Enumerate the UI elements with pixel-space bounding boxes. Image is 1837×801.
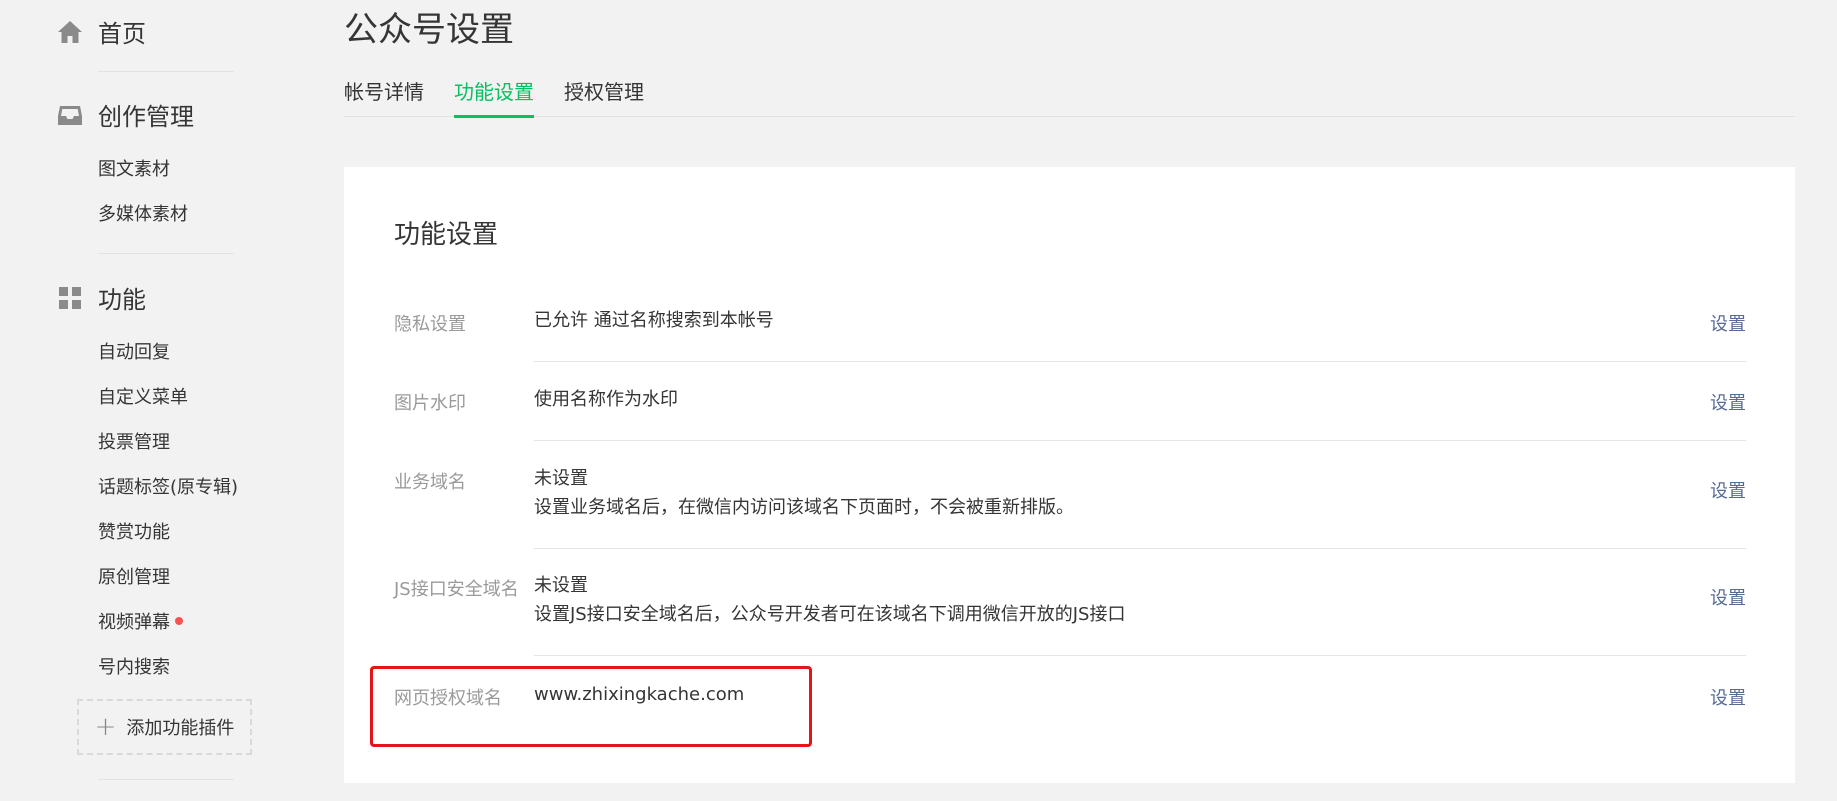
business-domain-settings-link[interactable]: 设置 [1710, 477, 1746, 503]
sidebar-item-topic-tags[interactable]: 话题标签(原专辑) [98, 473, 238, 499]
oauth-domain-settings-link[interactable]: 设置 [1710, 684, 1746, 710]
sidebar-divider [98, 71, 234, 72]
row-label-business-domain: 业务域名 [394, 472, 466, 493]
sidebar-item-content-management[interactable]: 创作管理 [56, 97, 194, 132]
row-divider [534, 655, 1746, 656]
sidebar-item-in-account-search[interactable]: 号内搜索 [98, 653, 170, 679]
sidebar-item-vote-management[interactable]: 投票管理 [98, 428, 170, 454]
grid-icon [56, 284, 84, 312]
row-desc-business-domain: 设置业务域名后，在微信内访问该域名下页面时，不会被重新排版。 [534, 497, 1074, 518]
sidebar-item-image-text-material[interactable]: 图文素材 [98, 155, 170, 181]
tab-feature-settings[interactable]: 功能设置 [454, 76, 534, 118]
privacy-settings-link[interactable]: 设置 [1710, 310, 1746, 336]
section-title: 功能设置 [394, 220, 499, 250]
sidebar-item-home[interactable]: 首页 [56, 14, 146, 49]
row-label-watermark: 图片水印 [394, 393, 466, 414]
sidebar-item-label: 视频弹幕 [98, 612, 170, 633]
home-icon [56, 18, 84, 46]
sidebar-item-custom-menu[interactable]: 自定义菜单 [98, 383, 188, 409]
watermark-settings-link[interactable]: 设置 [1710, 389, 1746, 415]
sidebar-item-label: 首页 [98, 20, 146, 48]
tab-account-details[interactable]: 帐号详情 [344, 76, 424, 115]
row-value-business-domain: 未设置 [534, 468, 588, 489]
row-value-js-domain: 未设置 [534, 575, 588, 596]
add-plugin-button[interactable]: + 添加功能插件 [77, 699, 252, 755]
inbox-icon [56, 101, 84, 129]
sidebar-item-label: 功能 [98, 286, 146, 314]
row-value-oauth-domain: www.zhixingkache.com [534, 684, 745, 705]
js-domain-settings-link[interactable]: 设置 [1710, 584, 1746, 610]
row-label-js-domain: JS接口安全域名 [394, 579, 519, 600]
sidebar-item-label: 创作管理 [98, 103, 194, 131]
sidebar: 首页 创作管理 图文素材 多媒体素材 功能 自动回复 自定义菜单 投票管理 话题… [0, 0, 300, 801]
tab-authorization-management[interactable]: 授权管理 [564, 76, 644, 115]
sidebar-item-multimedia-material[interactable]: 多媒体素材 [98, 200, 188, 226]
sidebar-item-auto-reply[interactable]: 自动回复 [98, 338, 170, 364]
settings-card: 功能设置 隐私设置 已允许 通过名称搜索到本帐号 设置 图片水印 使用名称作为水… [344, 167, 1795, 783]
sidebar-item-appreciation[interactable]: 赞赏功能 [98, 518, 170, 544]
page-title: 公众号设置 [344, 10, 514, 50]
row-divider [534, 548, 1746, 549]
sidebar-item-original-management[interactable]: 原创管理 [98, 563, 170, 589]
sidebar-item-video-danmaku[interactable]: 视频弹幕 [98, 608, 183, 634]
row-value-watermark: 使用名称作为水印 [534, 389, 678, 410]
row-desc-js-domain: 设置JS接口安全域名后，公众号开发者可在该域名下调用微信开放的JS接口 [534, 604, 1126, 625]
row-divider [534, 361, 1746, 362]
notification-dot [175, 617, 183, 625]
row-label-oauth-domain: 网页授权域名 [394, 688, 502, 709]
row-value-privacy: 已允许 通过名称搜索到本帐号 [534, 310, 774, 331]
row-label-privacy: 隐私设置 [394, 314, 466, 335]
row-divider [534, 440, 1746, 441]
tab-bar: 帐号详情 功能设置 授权管理 [344, 74, 1795, 118]
add-plugin-label: 添加功能插件 [126, 718, 235, 739]
plus-icon: + [94, 712, 117, 742]
sidebar-divider [98, 779, 234, 780]
sidebar-divider [98, 253, 234, 254]
sidebar-item-features[interactable]: 功能 [56, 280, 146, 315]
